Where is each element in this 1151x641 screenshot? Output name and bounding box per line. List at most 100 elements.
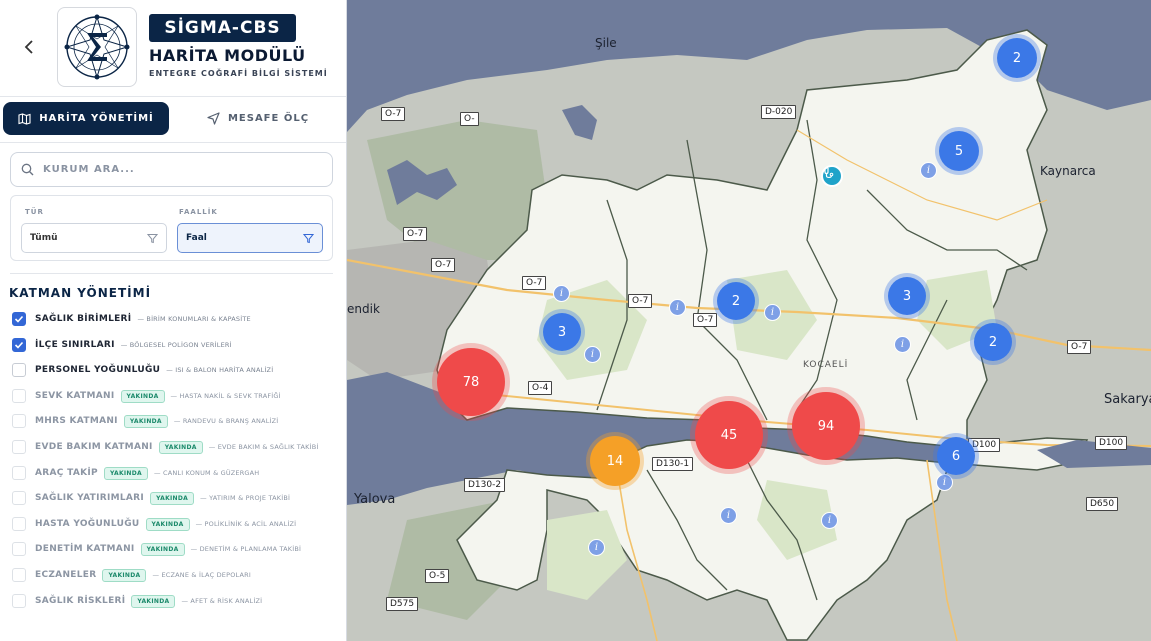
layer-item[interactable]: SAĞLIK RİSKLERİ YAKINDA — AFET & RİSK ANAL… <box>12 592 262 610</box>
coming-soon-badge: YAKINDA <box>158 440 203 454</box>
layer-item[interactable]: SEVK KATMANI YAKINDA — HASTA NAKİL & SEVK … <box>12 387 281 405</box>
search-input[interactable] <box>43 164 303 175</box>
facility-info-pin[interactable]: i <box>894 336 911 353</box>
layer-description: — DENETİM & PLANLAMA TAKİBİ <box>190 545 302 553</box>
cluster-marker[interactable]: 2 <box>717 282 755 320</box>
cluster-marker[interactable]: 5 <box>939 131 979 171</box>
checkmark-icon <box>14 315 24 323</box>
activity-filter-select[interactable]: Faal <box>177 223 323 253</box>
road-label: O-7 <box>381 107 406 121</box>
facility-info-pin[interactable]: i <box>764 304 781 321</box>
layer-description: — BİRİM KONUMLARI & KAPASİTE <box>137 315 251 323</box>
cluster-marker[interactable]: 3 <box>543 313 581 351</box>
layer-checkbox[interactable] <box>12 542 26 556</box>
sidebar: SİGMA-CBS HARİTA MODÜLÜ ENTEGRE COĞRAFİ … <box>0 0 347 641</box>
activity-filter-label: FAALLİK <box>179 208 218 216</box>
layer-checkbox[interactable] <box>12 312 26 326</box>
road-label: O-4 <box>528 381 553 395</box>
section-divider <box>10 273 333 274</box>
place-label-sile: Şile <box>595 36 617 50</box>
layer-item[interactable]: İLÇE SINIRLARI — BÖLGESEL POLİGON VERİLER… <box>12 336 232 354</box>
layer-item[interactable]: HASTA YOĞUNLUĞU YAKINDA — POLİKLİNİK & ACİ… <box>12 515 296 533</box>
layer-name: DENETİM KATMANI <box>35 544 135 554</box>
cluster-marker[interactable]: 45 <box>695 401 763 469</box>
layer-item[interactable]: MHRS KATMANI YAKINDA — RANDEVU & BRANŞ ANA… <box>12 412 278 430</box>
filter-panel: TÜR Tümü FAALLİK Faal <box>10 195 333 261</box>
cluster-marker[interactable]: 94 <box>792 392 860 460</box>
cluster-marker[interactable]: 6 <box>937 437 975 475</box>
layer-checkbox[interactable] <box>12 389 26 403</box>
layer-name: MHRS KATMANI <box>35 416 118 426</box>
facility-info-pin[interactable]: i <box>720 507 737 524</box>
coming-soon-badge: YAKINDA <box>123 414 168 428</box>
layer-name: SAĞLIK RİSKLERİ <box>35 596 126 606</box>
search-box <box>10 152 333 187</box>
tab-map-management-label: HARİTA YÖNETİMİ <box>39 113 154 124</box>
activity-filter-value: Faal <box>186 233 207 243</box>
road-label: D650 <box>1086 497 1119 511</box>
back-button[interactable] <box>18 34 40 60</box>
type-filter-select[interactable]: Tümü <box>21 223 167 253</box>
layer-name: İLÇE SINIRLARI <box>35 340 115 350</box>
facility-info-pin[interactable]: i <box>584 346 601 363</box>
facility-info-pin[interactable]: i <box>920 162 937 179</box>
layer-checkbox[interactable] <box>12 363 26 377</box>
layer-checkbox[interactable] <box>12 491 26 505</box>
app-title: HARİTA MODÜLÜ <box>149 46 306 65</box>
layer-item[interactable]: EVDE BAKIM KATMANI YAKINDA — EVDE BAKIM & … <box>12 438 318 456</box>
cluster-marker[interactable]: 2 <box>974 323 1012 361</box>
layer-checkbox[interactable] <box>12 568 26 582</box>
coming-soon-badge: YAKINDA <box>150 491 195 505</box>
layer-checkbox[interactable] <box>12 594 26 608</box>
layer-checkbox[interactable] <box>12 338 26 352</box>
layer-item[interactable]: SAĞLIK YATIRIMLARI YAKINDA — YATIRIM & PRO… <box>12 489 290 507</box>
layer-checkbox[interactable] <box>12 414 26 428</box>
road-label: D575 <box>386 597 419 611</box>
chevron-left-icon <box>24 40 33 54</box>
layer-name: PERSONEL YOĞUNLUĞU <box>35 365 161 375</box>
map-view[interactable]: Şile Kaynarca Sakarya Yalova KOCAELİ end… <box>347 0 1151 641</box>
layer-checkbox[interactable] <box>12 440 26 454</box>
facility-info-pin[interactable]: i <box>669 299 686 316</box>
facility-info-pin[interactable]: i <box>936 474 953 491</box>
layer-description: — RANDEVU & BRANŞ ANALİZİ <box>173 417 279 425</box>
health-facility-marker[interactable] <box>821 165 843 187</box>
road-label: O-7 <box>522 276 547 290</box>
cluster-marker[interactable]: 14 <box>590 436 640 486</box>
layer-description: — POLİKLİNİK & ACİL ANALİZİ <box>195 520 297 528</box>
road-label: D130-2 <box>464 478 506 492</box>
road-label: O-7 <box>628 294 653 308</box>
cluster-marker[interactable]: 3 <box>888 277 926 315</box>
facility-info-pin[interactable]: i <box>588 539 605 556</box>
map-canvas[interactable] <box>347 0 1151 641</box>
place-label-endik: endik <box>347 302 380 316</box>
layer-description: — CANLI KONUM & GÜZERGAH <box>153 469 260 477</box>
brand-badge: SİGMA-CBS <box>149 14 296 42</box>
layer-description: — HASTA NAKİL & SEVK TRAFİĞİ <box>170 392 281 400</box>
road-label: D-020 <box>761 105 797 119</box>
map-icon <box>18 112 31 125</box>
layer-item[interactable]: ARAÇ TAKİP YAKINDA — CANLI KONUM & GÜZERGA… <box>12 464 259 482</box>
type-filter-label: TÜR <box>25 208 44 216</box>
road-label: O-7 <box>431 258 456 272</box>
road-label: D100 <box>1095 436 1128 450</box>
tab-measure-distance[interactable]: MESAFE ÖLÇ <box>178 102 338 135</box>
facility-info-pin[interactable]: i <box>821 512 838 529</box>
tab-map-management[interactable]: HARİTA YÖNETİMİ <box>3 102 169 135</box>
facility-info-pin[interactable]: i <box>553 285 570 302</box>
layer-item[interactable]: PERSONEL YOĞUNLUĞU — ISI & BALON HARİTA A… <box>12 361 273 379</box>
layer-item[interactable]: DENETİM KATMANI YAKINDA — DENETİM & PLANLA… <box>12 540 301 558</box>
layer-checkbox[interactable] <box>12 466 26 480</box>
tabs-divider <box>0 142 346 143</box>
cluster-marker[interactable]: 78 <box>437 348 505 416</box>
cluster-marker[interactable]: 2 <box>997 38 1037 78</box>
place-label-kocaeli: KOCAELİ <box>803 360 849 370</box>
layer-checkbox[interactable] <box>12 517 26 531</box>
place-label-yalova: Yalova <box>354 492 396 507</box>
search-icon <box>21 163 34 176</box>
layer-item[interactable]: ECZANELER YAKINDA — ECZANE & İLAÇ DEPOLARI <box>12 566 251 584</box>
layer-item[interactable]: SAĞLIK BİRİMLERİ — BİRİM KONUMLARI & KAPA… <box>12 310 251 328</box>
layer-description: — YATIRIM & PROJE TAKİBİ <box>200 494 291 502</box>
coming-soon-badge: YAKINDA <box>120 389 165 403</box>
sidebar-tabs: HARİTA YÖNETİMİ MESAFE ÖLÇ <box>0 96 346 142</box>
